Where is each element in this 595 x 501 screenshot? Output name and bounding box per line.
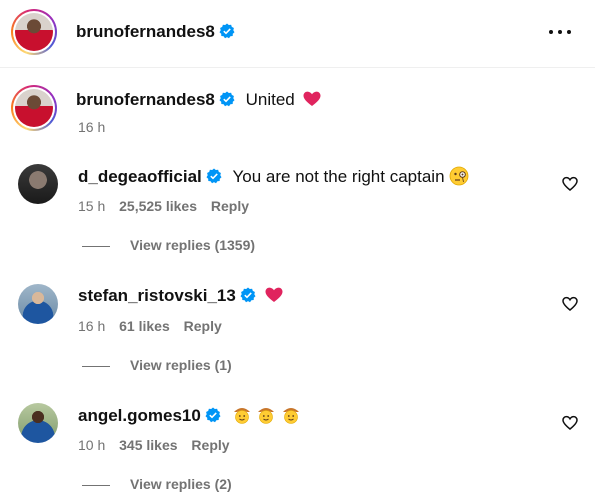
commenter-avatar[interactable] (18, 403, 58, 443)
cowboy-face-icon (283, 408, 300, 424)
view-replies-label[interactable]: View replies (1359) (130, 237, 255, 253)
view-replies-label[interactable]: View replies (2) (130, 476, 232, 492)
view-replies-button[interactable]: View replies (1) (82, 357, 232, 373)
author-username[interactable]: brunofernandes8 (76, 22, 235, 42)
verified-badge-icon (240, 287, 256, 303)
cowboy-face-icon (233, 408, 250, 424)
comment-text: You are not the right captain (232, 167, 445, 186)
cowboy-face-icon (258, 408, 275, 424)
comment-item: stefan_ristovski_13 16 h 61 likes Reply … (0, 282, 595, 392)
comment-line: angel.gomes10 (78, 405, 301, 426)
replies-divider (82, 245, 110, 247)
author-avatar[interactable] (11, 9, 57, 55)
more-options-icon[interactable] (549, 24, 573, 40)
view-replies-label[interactable]: View replies (1) (130, 357, 232, 373)
comment-likes[interactable]: 61 likes (119, 318, 170, 334)
verified-badge-icon (206, 168, 222, 184)
comment-meta: 10 h 345 likes Reply (78, 437, 230, 453)
reply-button[interactable]: Reply (184, 318, 222, 334)
comment-item: angel.gomes10 10 h 345 likes Reply View … (0, 401, 595, 501)
caption-text: United (245, 90, 295, 109)
commenter-username[interactable]: d_degeaofficial (78, 167, 202, 186)
caption-username[interactable]: brunofernandes8 (76, 90, 215, 109)
comment-line: stefan_ristovski_13 (78, 286, 283, 306)
comment-timestamp: 15 h (78, 198, 106, 214)
verified-badge-icon (205, 407, 221, 423)
comment-line: d_degeaofficial You are not the right ca… (78, 166, 469, 187)
reply-button[interactable]: Reply (211, 198, 249, 214)
like-heart-icon[interactable] (562, 176, 578, 192)
comment-meta: 15 h 25,525 likes Reply (78, 198, 249, 214)
view-replies-button[interactable]: View replies (2) (82, 476, 232, 492)
post-caption: brunofernandes8 United 16 h (0, 80, 595, 144)
author-username-text[interactable]: brunofernandes8 (76, 22, 215, 41)
reply-button[interactable]: Reply (191, 437, 229, 453)
commenter-avatar[interactable] (18, 164, 58, 204)
face-with-monocle-icon (449, 166, 469, 186)
red-heart-icon (303, 91, 321, 106)
caption-avatar[interactable] (11, 85, 57, 131)
comment-likes[interactable]: 345 likes (119, 437, 177, 453)
commenter-username[interactable]: stefan_ristovski_13 (78, 286, 236, 305)
post-header: brunofernandes8 (0, 0, 595, 68)
verified-badge-icon (219, 23, 235, 39)
comment-timestamp: 16 h (78, 318, 106, 334)
like-heart-icon[interactable] (562, 296, 578, 312)
red-heart-icon (265, 287, 283, 302)
replies-divider (82, 365, 110, 367)
comment-timestamp: 10 h (78, 437, 106, 453)
commenter-username[interactable]: angel.gomes10 (78, 406, 201, 425)
view-replies-button[interactable]: View replies (1359) (82, 237, 255, 253)
comment-meta: 16 h 61 likes Reply (78, 318, 222, 334)
comment-likes[interactable]: 25,525 likes (119, 198, 197, 214)
replies-divider (82, 484, 110, 486)
like-heart-icon[interactable] (562, 415, 578, 431)
caption-timestamp: 16 h (78, 119, 106, 135)
verified-badge-icon (219, 91, 235, 107)
comment-item: d_degeaofficial You are not the right ca… (0, 162, 595, 272)
caption-line: brunofernandes8 United (76, 90, 321, 110)
commenter-avatar[interactable] (18, 284, 58, 324)
